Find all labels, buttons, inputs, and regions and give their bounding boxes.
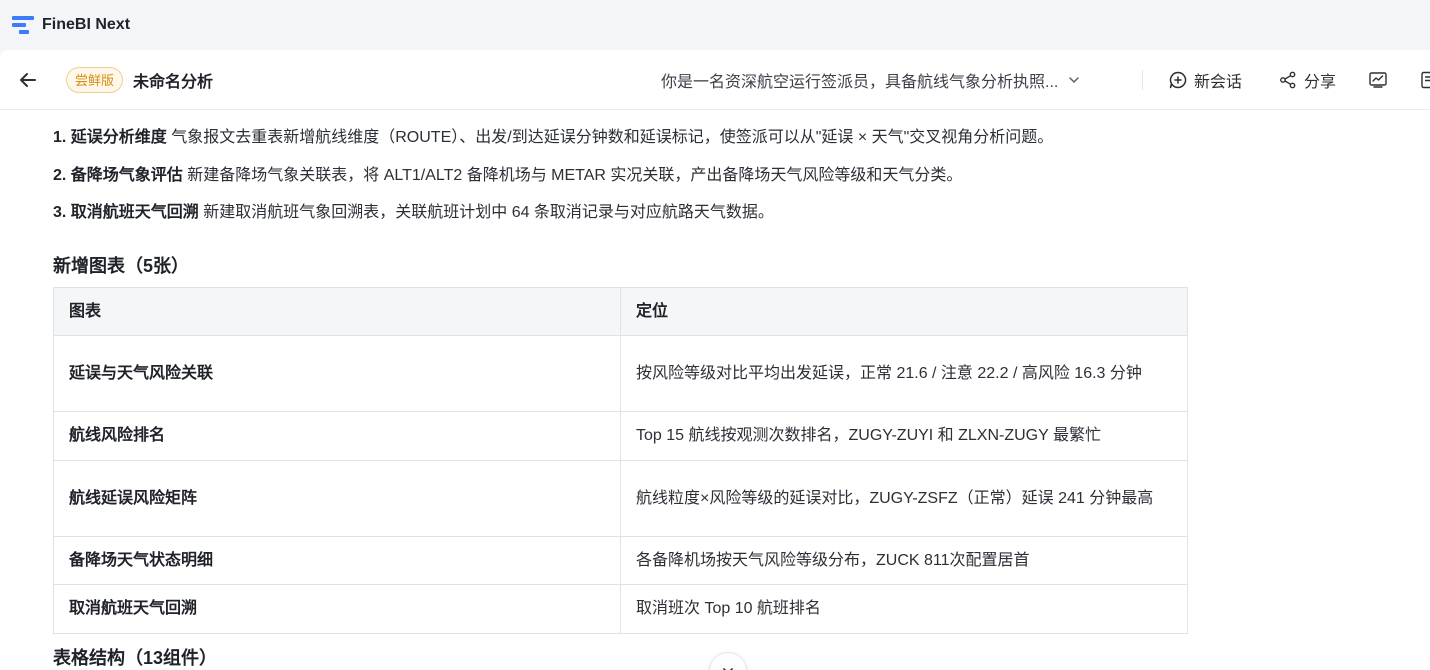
table-row: 航线延误风险矩阵 航线粒度×风险等级的延误对比，ZUGY-ZSFZ（正常）延误 … xyxy=(53,460,1188,537)
share-icon xyxy=(1280,71,1296,89)
table-row: 航线风险排名 Top 15 航线按观测次数排名，ZUGY-ZUYI 和 ZLXN… xyxy=(53,411,1188,461)
table-row: 取消航班天气回溯 取消班次 Top 10 航班排名 xyxy=(53,584,1188,634)
table-structure-heading: 表格结构（13组件） xyxy=(53,648,218,668)
column-header: 图表 xyxy=(53,287,621,336)
arrow-left-icon xyxy=(20,72,36,87)
finebi-logo-icon xyxy=(12,15,35,35)
column-header: 定位 xyxy=(620,287,1188,336)
chart-purpose-cell: Top 15 航线按观测次数排名，ZUGY-ZUYI 和 ZLXN-ZUGY 最… xyxy=(620,411,1188,461)
analysis-header: 尝鲜版 未命名分析 你是一名资深航空运行签派员，具备航线气象分析执照... 新会… xyxy=(0,50,1430,110)
table-row: 延误与天气风险关联 按风险等级对比平均出发延误，正常 21.6 / 注意 22.… xyxy=(53,335,1188,412)
dashboard-button[interactable] xyxy=(1368,50,1394,110)
new-session-label: 新会话 xyxy=(1194,74,1243,91)
chart-purpose-cell: 按风险等级对比平均出发延误，正常 21.6 / 注意 22.2 / 高风险 16… xyxy=(620,335,1188,412)
document-icon xyxy=(1421,71,1430,89)
analysis-title[interactable]: 未命名分析 xyxy=(133,68,213,92)
beta-badge: 尝鲜版 xyxy=(66,66,124,93)
chart-name-cell: 延误与天气风险关联 xyxy=(53,335,621,412)
table-row: 备降场天气状态明细 各备降机场按天气风险等级分布，ZUCK 811次配置居首 xyxy=(53,536,1188,585)
charts-table: 图表 定位 延误与天气风险关联 按风险等级对比平均出发延误，正常 21.6 / … xyxy=(53,287,1188,634)
chart-purpose-cell: 航线粒度×风险等级的延误对比，ZUGY-ZSFZ（正常）延误 241 分钟最高 xyxy=(620,460,1188,537)
app-bar: FineBI Next xyxy=(0,0,1430,50)
chart-name-cell: 取消航班天气回溯 xyxy=(53,584,621,634)
message-content: 1. 延误分析维度 气象报文去重表新增航线维度（ROUTE）、出发/到达延误分钟… xyxy=(0,111,1430,670)
table-header-row: 图表 定位 xyxy=(53,287,1188,336)
list-item: 2. 备降场气象评估 新建备降场气象关联表，将 ALT1/ALT2 备降机场与 … xyxy=(53,167,963,184)
list-item: 1. 延误分析维度 气象报文去重表新增航线维度（ROUTE）、出发/到达延误分钟… xyxy=(53,129,1054,146)
back-button[interactable] xyxy=(14,66,42,94)
new-chat-icon xyxy=(1169,71,1187,89)
charts-heading: 新增图表（5张） xyxy=(53,256,190,276)
prompt-text: 你是一名资深航空运行签派员，具备航线气象分析执照... xyxy=(661,74,1059,91)
prompt-selector[interactable]: 你是一名资深航空运行签派员，具备航线气象分析执照... xyxy=(661,50,1080,110)
chart-name-cell: 航线延误风险矩阵 xyxy=(53,460,621,537)
chart-purpose-cell: 取消班次 Top 10 航班排名 xyxy=(620,584,1188,634)
share-button[interactable]: 分享 xyxy=(1278,50,1336,110)
main-panel: 尝鲜版 未命名分析 你是一名资深航空运行签派员，具备航线气象分析执照... 新会… xyxy=(0,50,1430,670)
share-label: 分享 xyxy=(1304,74,1337,91)
new-session-button[interactable]: 新会话 xyxy=(1168,50,1242,110)
header-divider xyxy=(1142,70,1143,90)
app-name: FineBI Next xyxy=(42,16,131,33)
monitor-chart-icon xyxy=(1369,72,1387,88)
chart-name-cell: 备降场天气状态明细 xyxy=(53,536,621,585)
chart-purpose-cell: 各备降机场按天气风险等级分布，ZUCK 811次配置居首 xyxy=(620,536,1188,585)
chart-name-cell: 航线风险排名 xyxy=(53,411,621,461)
chevron-down-icon xyxy=(1069,77,1080,84)
chevron-down-icon xyxy=(723,668,733,670)
document-button[interactable] xyxy=(1419,50,1430,110)
list-item: 3. 取消航班天气回溯 新建取消航班气象回溯表，关联航班计划中 64 条取消记录… xyxy=(53,204,774,221)
scroll-down-button[interactable] xyxy=(709,652,747,670)
